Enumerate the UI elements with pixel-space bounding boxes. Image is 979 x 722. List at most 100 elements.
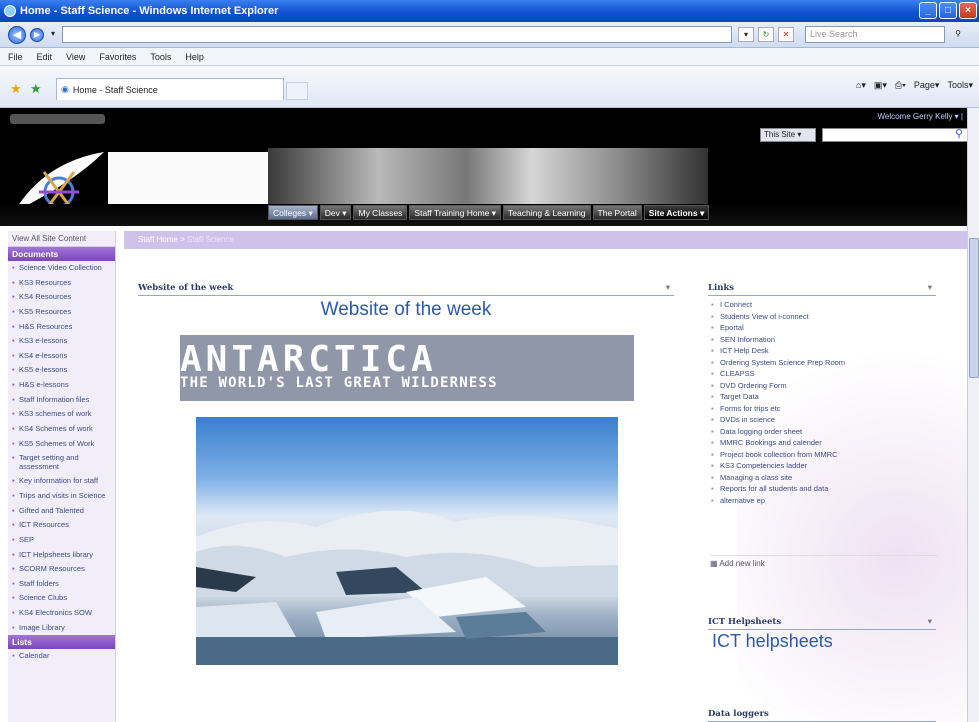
link-item[interactable]: CLEAPSS (710, 368, 940, 380)
topnav-dev[interactable]: Dev ▾ (319, 205, 352, 220)
topnav-teaching-learning[interactable]: Teaching & Learning (503, 205, 591, 220)
history-dropdown-icon[interactable]: ▾ (48, 27, 58, 42)
leftnav-document-item[interactable]: Trips and visits in Science (8, 489, 115, 504)
link-item[interactable]: KS3 Competencies ladder (710, 460, 940, 472)
address-dropdown-icon[interactable]: ▾ (738, 27, 754, 42)
leftnav-document-item[interactable]: Target setting and assessment (8, 451, 115, 474)
menu-tools[interactable]: Tools (150, 52, 171, 62)
antarctica-photo[interactable] (196, 417, 618, 665)
leftnav-document-item[interactable]: SCORM Resources (8, 562, 115, 577)
webpart-menu-icon[interactable]: ▾ (928, 283, 932, 293)
search-scope-select[interactable]: This Site ▾ (760, 128, 816, 142)
welcome-menu[interactable]: Welcome Gerry Kelly ▾ | (877, 112, 963, 121)
tab-home-staff-science[interactable]: ◉ Home - Staff Science (56, 78, 284, 100)
close-button[interactable]: × (959, 2, 977, 19)
vertical-scrollbar[interactable] (967, 108, 979, 722)
scrollbar-thumb[interactable] (969, 238, 979, 378)
refresh-icon[interactable]: ↻ (758, 27, 774, 42)
site-actions-menu[interactable]: Site Actions ▾ (643, 205, 710, 220)
menu-file[interactable]: File (8, 52, 23, 62)
leftnav-document-item[interactable]: Science Clubs (8, 591, 115, 606)
link-item[interactable]: Data logging order sheet (710, 426, 940, 438)
leftnav-document-item[interactable]: Science Video Collection (8, 261, 115, 276)
link-item[interactable]: I Connect (710, 299, 940, 311)
leftnav-document-item[interactable]: Key information for staff (8, 474, 115, 489)
link-item[interactable]: DVDs in science (710, 414, 940, 426)
maximize-button[interactable]: □ (939, 2, 957, 19)
leftnav-document-item[interactable]: KS5 Schemes of Work (8, 437, 115, 452)
leftnav-document-item[interactable]: ICT Resources (8, 518, 115, 533)
leftnav-document-item[interactable]: KS4 Electronics SOW (8, 606, 115, 621)
leftnav-document-item[interactable]: KS4 Schemes of work (8, 422, 115, 437)
topnav-the-portal[interactable]: The Portal (592, 205, 642, 220)
webpart-menu-icon[interactable]: ▾ (928, 617, 932, 627)
link-item[interactable]: Target Data (710, 391, 940, 403)
leftnav-document-item[interactable]: KS5 e-lessons (8, 363, 115, 378)
website-of-week-webpart-header[interactable]: Website of the week ▾ (138, 283, 674, 296)
leftnav-document-item[interactable]: Gifted and Talented (8, 504, 115, 519)
link-item[interactable]: Forms for trips etc (710, 403, 940, 415)
link-item[interactable]: MMRC Bookings and calender (710, 437, 940, 449)
add-favorite-icon[interactable]: ★ (30, 81, 42, 97)
leftnav-document-item[interactable]: KS5 Resources (8, 305, 115, 320)
stop-icon[interactable]: ✕ (778, 27, 794, 42)
address-bar-row: ◀ ▶ ▾ ▾ ↻ ✕ Live Search ⚲ (0, 22, 979, 48)
leftnav-document-item[interactable]: ICT Helpsheets library (8, 548, 115, 563)
favorites-star-icon[interactable]: ★ (10, 81, 22, 97)
ict-helpsheets-heading[interactable]: ICT helpsheets (712, 631, 833, 652)
link-item[interactable]: Students View of i-connect (710, 311, 940, 323)
search-input[interactable]: Live Search (805, 26, 945, 43)
link-item[interactable]: DVD Ordering Form (710, 380, 940, 392)
leftnav-document-item[interactable]: H&S e-lessons (8, 378, 115, 393)
leftnav-document-item[interactable]: Staff folders (8, 577, 115, 592)
lists-header[interactable]: Lists (8, 635, 115, 650)
search-icon[interactable]: ⚲ (950, 27, 966, 42)
menu-edit[interactable]: Edit (37, 52, 53, 62)
topnav-colleges[interactable]: Colleges ▾ (268, 205, 318, 220)
link-item[interactable]: SEN Information (710, 334, 940, 346)
new-tab-button[interactable] (286, 82, 308, 100)
leftnav-document-item[interactable]: Staff Information files (8, 393, 115, 408)
home-icon[interactable]: ⌂▾ (856, 80, 866, 91)
address-input[interactable] (62, 26, 732, 43)
link-item[interactable]: ICT Help Desk (710, 345, 940, 357)
tools-menu[interactable]: Tools▾ (947, 80, 973, 91)
antarctica-banner[interactable]: ANTARCTICA THE WORLD'S LAST GREAT WILDER… (180, 335, 634, 401)
breadcrumb-home[interactable]: Staff Home (138, 235, 178, 244)
page-menu[interactable]: Page▾ (914, 80, 940, 91)
leftnav-document-item[interactable]: KS3 schemes of work (8, 407, 115, 422)
menu-favorites[interactable]: Favorites (99, 52, 136, 62)
link-item[interactable]: Eportal (710, 322, 940, 334)
ict-helpsheets-webpart-header[interactable]: ICT Helpsheets ▾ (708, 617, 936, 630)
print-icon[interactable]: ⎙▾ (895, 80, 906, 91)
links-webpart-header[interactable]: Links ▾ (708, 283, 936, 296)
site-search-icon[interactable]: ⚲ (955, 127, 963, 140)
link-item[interactable]: Project book collection from MMRC (710, 449, 940, 461)
link-item[interactable]: Ordering System Science Prep Room (710, 357, 940, 369)
data-loggers-webpart-header[interactable]: Data loggers (708, 709, 936, 722)
back-button[interactable]: ◀ (8, 26, 26, 44)
link-item[interactable]: Reports for all students and data (710, 483, 940, 495)
add-new-link[interactable]: ▦ Add new link (710, 555, 938, 568)
topnav-staff-training-home[interactable]: Staff Training Home ▾ (409, 205, 502, 220)
leftnav-document-item[interactable]: KS3 e-lessons (8, 334, 115, 349)
view-all-site-content-link[interactable]: View All Site Content (8, 231, 115, 247)
forward-button[interactable]: ▶ (30, 28, 44, 42)
leftnav-document-item[interactable]: KS4 e-lessons (8, 349, 115, 364)
leftnav-document-item[interactable]: SEP (8, 533, 115, 548)
leftnav-document-item[interactable]: KS3 Resources (8, 276, 115, 291)
webpart-menu-icon[interactable]: ▾ (666, 283, 670, 293)
minimize-button[interactable]: _ (919, 2, 937, 19)
link-item[interactable]: alternative ep (710, 495, 940, 507)
leftnav-document-item[interactable]: H&S Resources (8, 320, 115, 335)
topnav-my-classes[interactable]: My Classes (353, 205, 408, 220)
link-item[interactable]: Managing a class site (710, 472, 940, 484)
leftnav-list-item[interactable]: Calendar (8, 649, 115, 664)
documents-header[interactable]: Documents (8, 247, 115, 261)
leftnav-document-item[interactable]: Image Library (8, 621, 115, 636)
leftnav-document-item[interactable]: KS4 Resources (8, 290, 115, 305)
menu-view[interactable]: View (66, 52, 85, 62)
feeds-icon[interactable]: ▣▾ (874, 80, 887, 91)
site-search-input[interactable] (822, 128, 968, 142)
menu-help[interactable]: Help (185, 52, 204, 62)
